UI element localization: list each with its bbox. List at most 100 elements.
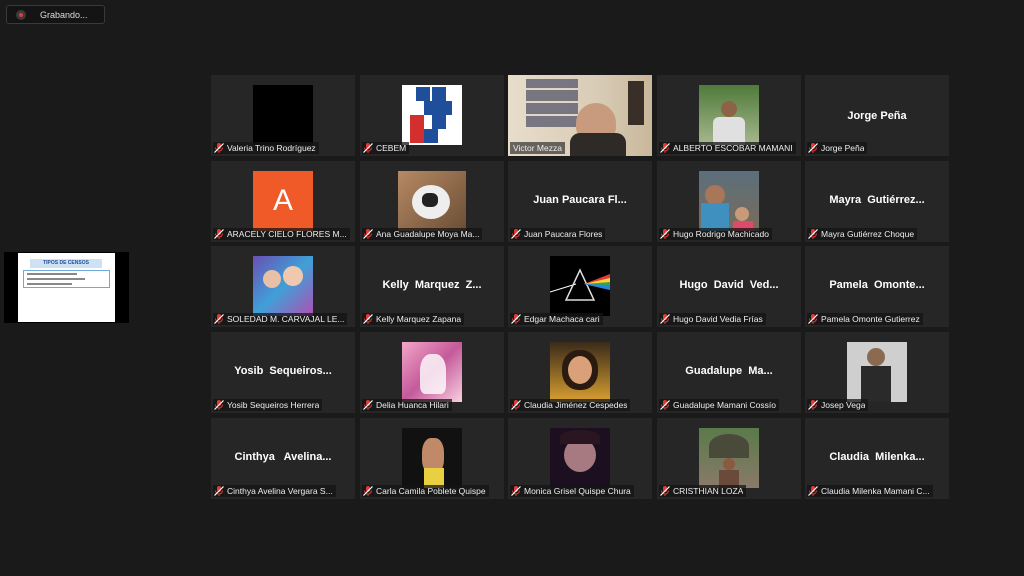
mic-muted-icon: [807, 399, 819, 411]
mic-muted-icon: [659, 313, 671, 325]
participant-display-name: Hugo David Ved...: [679, 279, 779, 291]
mic-muted-icon: [510, 228, 522, 240]
mic-muted-icon: [362, 485, 374, 497]
participant-tile[interactable]: ALBERTO ESCOBAR MAMANI: [657, 75, 801, 156]
participant-tile[interactable]: Juan Paucara Fl... Juan Paucara Flores: [508, 161, 652, 242]
participant-name: Edgar Machaca cari: [524, 314, 600, 324]
participant-tile[interactable]: Mayra Gutiérrez... Mayra Gutiérrez Choqu…: [805, 161, 949, 242]
slide-content-box: [23, 270, 110, 288]
slide-title: TIPOS DE CENSOS: [30, 259, 102, 268]
participant-tile[interactable]: Ana Guadalupe Moya Ma...: [360, 161, 504, 242]
participant-name: Hugo David Vedia Frías: [673, 314, 763, 324]
participant-name: SOLEDAD M. CARVAJAL LE...: [227, 314, 345, 324]
mic-muted-icon: [807, 228, 819, 240]
mic-muted-icon: [807, 142, 819, 154]
participant-photo: [699, 428, 759, 488]
mic-muted-icon: [362, 228, 374, 240]
participant-name: Kelly Marquez Zapana: [376, 314, 462, 324]
mic-muted-icon: [659, 485, 671, 497]
mic-muted-icon: [807, 313, 819, 325]
participant-tile[interactable]: Edgar Machaca cari: [508, 246, 652, 327]
participant-tile-active-speaker[interactable]: Victor Mezza: [508, 75, 652, 156]
participant-name: Victor Mezza: [513, 143, 562, 153]
record-icon: [16, 9, 26, 20]
participant-tile[interactable]: SOLEDAD M. CARVAJAL LE...: [211, 246, 355, 327]
participant-name: Valeria Trino Rodríguez: [227, 143, 316, 153]
participant-name: Monica Grisel Quispe Chura: [524, 486, 631, 496]
participant-tile[interactable]: Delia Huanca Hilari: [360, 332, 504, 413]
participant-name: Pamela Omonte Gutierrez: [821, 314, 920, 324]
mic-muted-icon: [659, 142, 671, 154]
participant-name: Claudia Milenka Mamani C...: [821, 486, 930, 496]
participant-tile[interactable]: Claudia Milenka... Claudia Milenka Maman…: [805, 418, 949, 499]
mic-muted-icon: [213, 142, 225, 154]
participant-name: Delia Huanca Hilari: [376, 400, 449, 410]
recording-indicator[interactable]: Grabando...: [6, 5, 105, 24]
participant-tile[interactable]: Jorge Peña Jorge Peña: [805, 75, 949, 156]
participant-tile[interactable]: Hugo David Ved... Hugo David Vedia Frías: [657, 246, 801, 327]
participant-photo: [402, 342, 462, 402]
mic-muted-icon: [510, 485, 522, 497]
participant-tile[interactable]: A ARACELY CIELO FLORES M...: [211, 161, 355, 242]
participant-photo: [699, 171, 759, 231]
participant-display-name: Guadalupe Ma...: [685, 365, 773, 377]
participant-tile[interactable]: Carla Camila Poblete Quispe: [360, 418, 504, 499]
shared-screen-thumbnail[interactable]: TIPOS DE CENSOS: [4, 252, 129, 323]
participant-photo: [253, 85, 313, 145]
participant-gallery: Valeria Trino Rodríguez CEBEM Victor Mez…: [211, 75, 951, 500]
participant-tile[interactable]: Claudia Jiménez Cespedes: [508, 332, 652, 413]
participant-display-name: Kelly Marquez Z...: [382, 279, 482, 291]
participant-display-name: Jorge Peña: [847, 110, 907, 122]
participant-display-name: Mayra Gutiérrez...: [829, 194, 925, 206]
participant-tile[interactable]: CEBEM: [360, 75, 504, 156]
participant-name: Mayra Gutiérrez Choque: [821, 229, 915, 239]
participant-name: ALBERTO ESCOBAR MAMANI: [673, 143, 793, 153]
participant-name: Juan Paucara Flores: [524, 229, 603, 239]
participant-name: Hugo Rodrigo Machicado: [673, 229, 769, 239]
participant-tile[interactable]: Yosib Sequeiros... Yosib Sequeiros Herre…: [211, 332, 355, 413]
mic-muted-icon: [213, 399, 225, 411]
participant-photo: [847, 342, 907, 402]
participant-name: Yosib Sequeiros Herrera: [227, 400, 320, 410]
participant-display-name: Juan Paucara Fl...: [533, 194, 627, 206]
participant-tile[interactable]: Josep Vega: [805, 332, 949, 413]
participant-display-name: Yosib Sequeiros...: [234, 365, 332, 377]
participant-tile[interactable]: Valeria Trino Rodríguez: [211, 75, 355, 156]
shared-slide: TIPOS DE CENSOS: [18, 253, 115, 322]
participant-name: Jorge Peña: [821, 143, 865, 153]
participant-display-name: Pamela Omonte...: [829, 279, 925, 291]
cebem-logo: [402, 85, 462, 145]
mic-muted-icon: [362, 313, 374, 325]
avatar-letter: A: [253, 171, 313, 231]
mic-muted-icon: [213, 228, 225, 240]
participant-tile[interactable]: CRISTHIAN LOZA: [657, 418, 801, 499]
participant-name: Guadalupe Mamani Cossío: [673, 400, 777, 410]
mic-muted-icon: [213, 485, 225, 497]
mic-muted-icon: [213, 313, 225, 325]
participant-name: CRISTHIAN LOZA: [673, 486, 744, 496]
participant-display-name: Claudia Milenka...: [829, 451, 925, 463]
mic-muted-icon: [510, 313, 522, 325]
participant-tile[interactable]: Guadalupe Ma... Guadalupe Mamani Cossío: [657, 332, 801, 413]
participant-photo: [550, 342, 610, 402]
participant-name: Ana Guadalupe Moya Ma...: [376, 229, 480, 239]
mic-muted-icon: [510, 399, 522, 411]
participant-tile[interactable]: Kelly Marquez Z... Kelly Marquez Zapana: [360, 246, 504, 327]
participant-photo: [398, 171, 466, 231]
prism-album-cover: [550, 256, 610, 316]
mic-muted-icon: [659, 228, 671, 240]
participant-tile[interactable]: Monica Grisel Quispe Chura: [508, 418, 652, 499]
participant-tile[interactable]: Cinthya Avelina... Cinthya Avelina Verga…: [211, 418, 355, 499]
mic-muted-icon: [362, 142, 374, 154]
participant-name: Josep Vega: [821, 400, 866, 410]
participant-photo: [253, 256, 313, 316]
participant-name: ARACELY CIELO FLORES M...: [227, 229, 347, 239]
participant-tile[interactable]: Hugo Rodrigo Machicado: [657, 161, 801, 242]
participant-display-name: Cinthya Avelina...: [234, 451, 332, 463]
participant-photo: [402, 428, 462, 488]
participant-name: Carla Camila Poblete Quispe: [376, 486, 486, 496]
participant-tile[interactable]: Pamela Omonte... Pamela Omonte Gutierrez: [805, 246, 949, 327]
participant-name: Claudia Jiménez Cespedes: [524, 400, 628, 410]
participant-photo: [550, 428, 610, 488]
participant-name: Cinthya Avelina Vergara S...: [227, 486, 333, 496]
